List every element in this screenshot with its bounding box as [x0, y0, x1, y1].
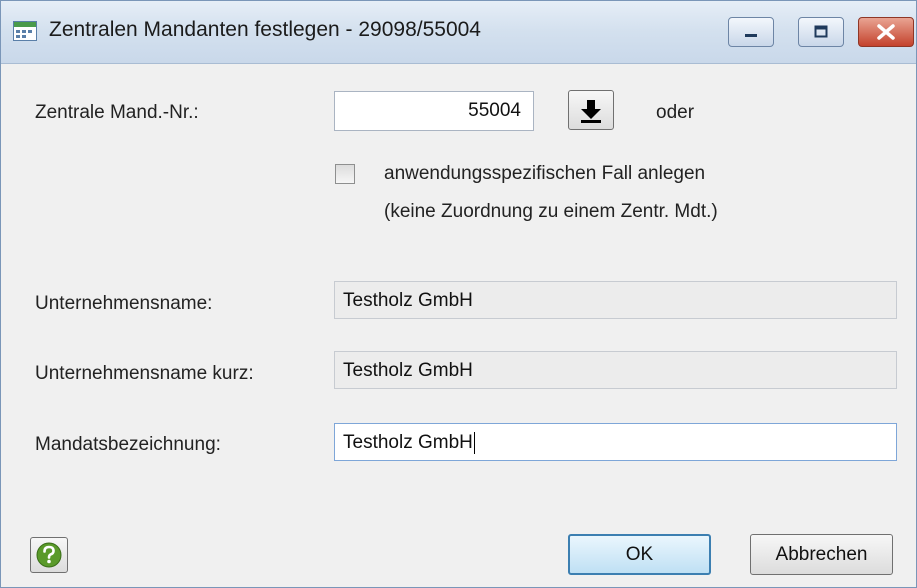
unternehmensname-field: Testholz GmbH: [334, 281, 897, 319]
title-bar[interactable]: Zentralen Mandanten festlegen - 29098/55…: [1, 1, 916, 64]
minimize-icon: [745, 34, 757, 37]
zentrale-mand-nr-label: Zentrale Mand.-Nr.:: [35, 102, 199, 123]
text-cursor: [473, 432, 475, 454]
unternehmensname-kurz-field: Testholz GmbH: [334, 351, 897, 389]
maximize-icon: [814, 25, 828, 38]
unternehmensname-kurz-label: Unternehmensname kurz:: [35, 363, 254, 384]
anwendungsspezifisch-checkbox[interactable]: [335, 164, 355, 184]
mandatsbezeichnung-label: Mandatsbezeichnung:: [35, 434, 221, 455]
mandatsbezeichnung-input[interactable]: Testholz GmbH: [334, 423, 897, 461]
oder-label: oder: [656, 102, 695, 123]
download-button[interactable]: [568, 90, 614, 130]
dialog-window: Zentralen Mandanten festlegen - 29098/55…: [0, 0, 917, 588]
window-app-icon: [13, 21, 37, 41]
help-icon: [36, 542, 62, 568]
close-button[interactable]: [858, 17, 914, 47]
maximize-button[interactable]: [798, 17, 844, 47]
minimize-button[interactable]: [728, 17, 774, 47]
checkbox-label-line2: (keine Zuordnung zu einem Zentr. Mdt.): [384, 201, 718, 222]
down-arrow-icon: [581, 100, 601, 123]
checkbox-label-line1: anwendungsspezifischen Fall anlegen: [384, 163, 706, 184]
cancel-button[interactable]: Abbrechen: [750, 534, 893, 575]
zentrale-mand-nr-input[interactable]: 55004: [334, 91, 534, 131]
window-title: Zentralen Mandanten festlegen - 29098/55…: [49, 18, 481, 41]
unternehmensname-label: Unternehmensname:: [35, 293, 213, 314]
mandatsbezeichnung-value: Testholz GmbH: [343, 432, 473, 454]
help-button[interactable]: [30, 537, 68, 573]
close-icon: [877, 24, 895, 40]
ok-button[interactable]: OK: [568, 534, 711, 575]
